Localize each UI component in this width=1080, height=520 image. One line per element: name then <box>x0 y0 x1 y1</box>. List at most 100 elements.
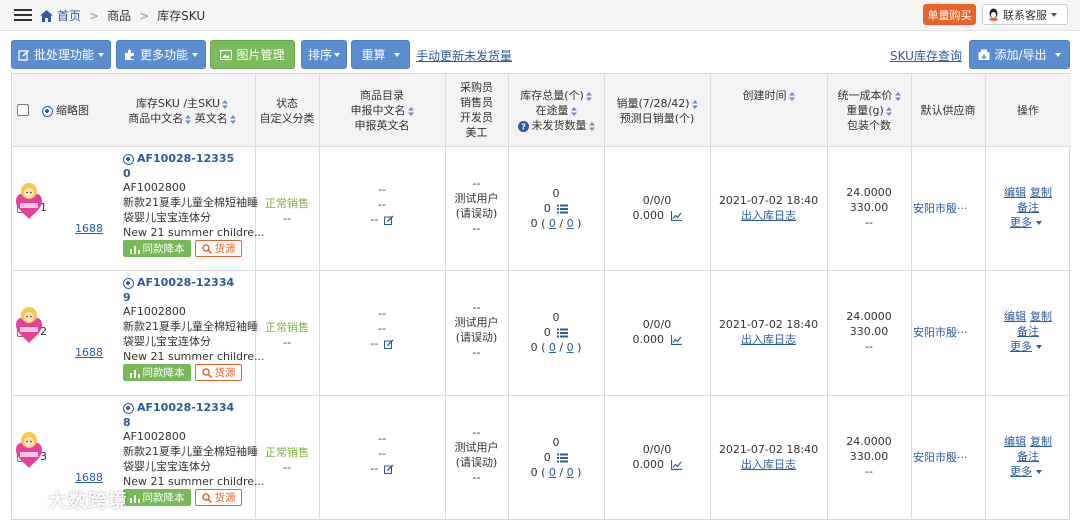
sales-header: 销量(7/28/42) 预测日销量(个) <box>604 96 710 126</box>
sku-link[interactable]: AF10028-12334 8 <box>123 400 234 430</box>
select-all-checkbox[interactable] <box>17 104 29 116</box>
cost-value: 24.0000 <box>846 435 892 448</box>
edit-icon[interactable] <box>383 215 394 225</box>
unshipped-total: 0 <box>530 217 538 230</box>
stock-log-link[interactable]: 出入库日志 <box>710 332 827 347</box>
created-header[interactable]: 创建时间 <box>710 88 827 103</box>
product-thumbnail[interactable] <box>12 179 46 221</box>
expand-icon[interactable] <box>123 277 134 289</box>
sku-header[interactable]: 库存SKU /主SKU 商品中文名 英文名 <box>112 96 252 126</box>
sku-link[interactable]: AF10028-12334 9 <box>123 275 234 305</box>
manual-update-link[interactable]: 手动更新未发货量 <box>416 47 512 64</box>
more-actions-dropdown[interactable]: 更多 <box>1010 339 1042 354</box>
edit-link[interactable]: 编辑 <box>1004 185 1026 200</box>
trend-chart-icon[interactable] <box>670 211 682 222</box>
unshipped-link-b[interactable]: 0 <box>567 341 574 354</box>
developer-value: -- <box>472 346 481 359</box>
edit-link[interactable]: 编辑 <box>1004 309 1026 324</box>
contact-service-button[interactable]: 联系客服 <box>982 4 1068 25</box>
unshipped-link-b[interactable]: 0 <box>567 466 574 479</box>
cost-header-label: 统一成本价 <box>837 89 893 102</box>
declare-cn-value: -- <box>378 447 386 460</box>
image-icon <box>220 49 233 60</box>
breadcrumb: 首页 > 商品 > 库存SKU <box>40 7 205 24</box>
batch-function-button[interactable]: 批处理功能 <box>11 40 111 69</box>
image-manage-button[interactable]: 图片管理 <box>210 40 295 69</box>
sort-icon <box>185 114 192 124</box>
more-function-button[interactable]: 更多功能 <box>116 40 206 69</box>
list-icon[interactable] <box>557 328 569 338</box>
help-icon[interactable]: ? <box>517 120 529 132</box>
copy-link[interactable]: 复制 <box>1030 309 1052 324</box>
sku-stock-query-link[interactable]: SKU库存查询 <box>890 47 962 64</box>
list-icon[interactable] <box>557 453 569 463</box>
sales-header-label: 销量(7/28/42) <box>616 97 690 110</box>
list-icon[interactable] <box>557 204 569 214</box>
unshipped-link-b[interactable]: 0 <box>567 217 574 230</box>
created-time-value: 2021-07-02 18:40 <box>718 194 819 207</box>
chart-icon <box>129 494 140 503</box>
qq-icon <box>989 8 998 21</box>
source-button[interactable]: 货源 <box>195 489 242 506</box>
price-down-label: 同款降本 <box>142 243 185 255</box>
chart-icon <box>129 245 140 254</box>
created-time-value: 2021-07-02 18:40 <box>718 443 819 456</box>
price-down-label: 同款降本 <box>142 367 185 379</box>
thumb-1688-link[interactable]: 1688 <box>75 221 103 236</box>
unshipped-link-a[interactable]: 0 <box>549 466 556 479</box>
search-icon <box>201 367 212 378</box>
recalc-button[interactable]: 重算 <box>351 40 410 69</box>
sort-button[interactable]: 排序 <box>301 40 347 69</box>
breadcrumb-goods[interactable]: 商品 <box>107 7 131 24</box>
product-thumbnail[interactable] <box>12 428 46 470</box>
price-down-button[interactable]: 同款降本 <box>123 364 191 381</box>
expand-icon[interactable] <box>123 402 134 414</box>
stock-log-link[interactable]: 出入库日志 <box>710 208 827 223</box>
note-link[interactable]: 备注 <box>1017 200 1039 215</box>
breadcrumb-separator: > <box>89 8 100 23</box>
declare-en-text: -- <box>370 462 379 475</box>
chevron-down-icon <box>192 52 198 57</box>
in-transit-value: 0 <box>508 450 604 465</box>
breadcrumb-home[interactable]: 首页 <box>57 7 81 24</box>
supplier-link[interactable]: 安阳市殷··· <box>913 325 968 340</box>
supplier-link[interactable]: 安阳市殷··· <box>913 201 968 216</box>
product-thumbnail[interactable] <box>12 303 46 345</box>
supplier-link[interactable]: 安阳市殷··· <box>913 450 968 465</box>
catalog-value: -- <box>378 183 386 196</box>
expand-icon[interactable] <box>42 105 53 117</box>
sku-link[interactable]: AF10028-12335 0 <box>123 151 234 181</box>
buy-quota-button[interactable]: 单量购买 <box>923 4 976 25</box>
name-cn-header-label: 商品中文名 <box>128 112 184 125</box>
edit-icon[interactable] <box>383 464 394 474</box>
source-label: 货源 <box>214 367 236 379</box>
stock-log-link[interactable]: 出入库日志 <box>710 457 827 472</box>
trend-chart-icon[interactable] <box>670 335 682 346</box>
thumb-1688-link[interactable]: 1688 <box>75 345 103 360</box>
pack-header-label: 包装个数 <box>847 119 891 132</box>
source-button[interactable]: 货源 <box>195 240 242 257</box>
menu-toggle-icon[interactable] <box>14 9 32 22</box>
add-export-button[interactable]: 添加/导出 <box>969 40 1070 69</box>
seller-note: (请误动) <box>455 456 498 469</box>
edit-link[interactable]: 编辑 <box>1004 434 1026 449</box>
expand-icon[interactable] <box>123 153 134 165</box>
copy-link[interactable]: 复制 <box>1030 434 1052 449</box>
note-link[interactable]: 备注 <box>1017 449 1039 464</box>
note-link[interactable]: 备注 <box>1017 324 1039 339</box>
in-transit-header-label: 在途量 <box>535 104 569 117</box>
unshipped-link-a[interactable]: 0 <box>549 217 556 230</box>
sort-icon <box>222 99 229 109</box>
source-button[interactable]: 货源 <box>195 364 242 381</box>
unshipped-header-label: 未发货数量 <box>531 119 587 132</box>
unshipped-link-a[interactable]: 0 <box>549 341 556 354</box>
edit-icon[interactable] <box>383 339 394 349</box>
thumb-1688-link[interactable]: 1688 <box>75 470 103 485</box>
more-actions-dropdown[interactable]: 更多 <box>1010 464 1042 479</box>
price-down-button[interactable]: 同款降本 <box>123 489 191 506</box>
copy-link[interactable]: 复制 <box>1030 185 1052 200</box>
created-header-label: 创建时间 <box>742 89 787 102</box>
trend-chart-icon[interactable] <box>670 460 682 471</box>
price-down-button[interactable]: 同款降本 <box>123 240 191 257</box>
more-actions-dropdown[interactable]: 更多 <box>1010 215 1042 230</box>
